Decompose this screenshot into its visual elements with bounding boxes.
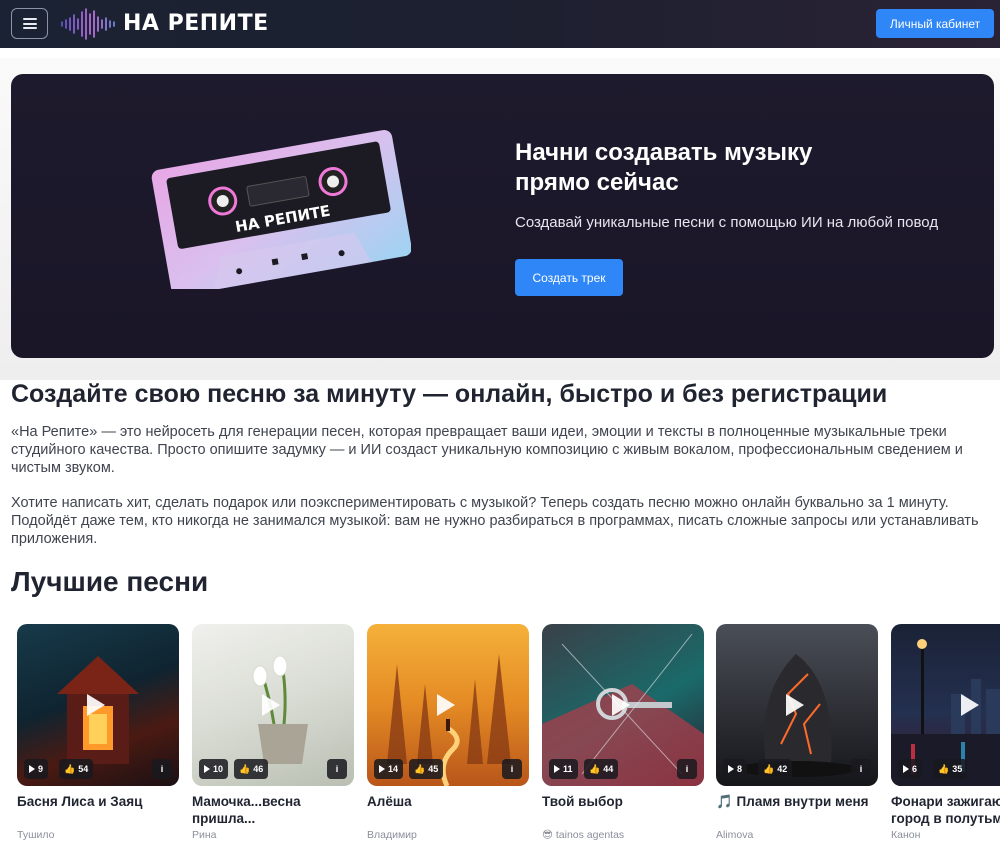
song-title[interactable]: Мамочка...весна пришла... <box>192 793 354 827</box>
song-title[interactable]: 🎵 Пламя внутри меня <box>716 793 878 827</box>
menu-toggle-button[interactable] <box>11 8 48 39</box>
thumbs-up-icon: 👍 <box>763 763 775 774</box>
plays-value: 8 <box>737 764 743 774</box>
play-icon[interactable] <box>786 694 804 716</box>
likes-value: 42 <box>777 764 788 774</box>
song-author[interactable]: Тушило <box>17 829 179 841</box>
song-card[interactable]: 10 👍 46 i Мамочка...весна пришла... Рина <box>192 624 354 841</box>
cassette-illustration: НА РЕПИТЕ <box>151 129 411 289</box>
song-title[interactable]: Твой выбор <box>542 793 704 827</box>
likes-counter[interactable]: 👍 42 <box>758 759 793 779</box>
info-button[interactable]: i <box>502 759 522 779</box>
plays-counter: 8 <box>723 759 748 779</box>
likes-value: 44 <box>603 764 614 774</box>
info-button[interactable]: i <box>327 759 347 779</box>
info-button[interactable]: i <box>677 759 697 779</box>
thumbs-up-icon: 👍 <box>64 763 76 774</box>
song-cover[interactable]: 10 👍 46 i <box>192 624 354 786</box>
thumbs-up-icon: 👍 <box>414 763 426 774</box>
best-songs-heading: Лучшие песни <box>11 566 209 597</box>
song-card[interactable]: 11 👍 44 i Твой выбор 😎 tainos agentas <box>542 624 704 841</box>
logo-text[interactable]: НА РЕПИТЕ <box>123 11 269 36</box>
intro-paragraph-1: «На Репите» — это нейросеть для генераци… <box>11 424 963 476</box>
song-author[interactable]: Канон <box>891 829 1000 841</box>
hamburger-icon <box>22 18 37 29</box>
song-card[interactable]: 8 👍 42 i 🎵 Пламя внутри меня Alimova <box>716 624 878 841</box>
info-button[interactable]: i <box>851 759 871 779</box>
likes-value: 35 <box>952 764 963 774</box>
song-card-list: 9 👍 54 i Басня Лиса и Заяц Тушило 10 👍 46 … <box>0 624 1000 850</box>
likes-value: 46 <box>253 764 264 774</box>
play-icon[interactable] <box>437 694 455 716</box>
song-card[interactable]: 6 👍35 i Фонари зажигаются, город в полут… <box>891 624 1000 841</box>
create-track-button[interactable]: Создать трек <box>515 259 623 296</box>
play-icon[interactable] <box>612 694 630 716</box>
song-title[interactable]: Басня Лиса и Заяц <box>17 793 179 827</box>
thumbs-up-icon: 👍 <box>589 763 601 774</box>
play-count-icon <box>204 765 210 773</box>
song-title[interactable]: Алёша <box>367 793 529 827</box>
likes-value: 45 <box>428 764 439 774</box>
plays-value: 6 <box>912 764 918 774</box>
song-cover[interactable]: 14 👍 45 i <box>367 624 529 786</box>
play-count-icon <box>379 765 385 773</box>
hero-title: Начни создавать музыку прямо сейчас <box>515 138 915 198</box>
likes-counter[interactable]: 👍 45 <box>409 759 444 779</box>
song-card[interactable]: 14 👍 45 i Алёша Владимир <box>367 624 529 841</box>
plays-counter: 11 <box>549 759 578 779</box>
thumbs-up-icon: 👍 <box>938 763 950 774</box>
likes-value: 54 <box>78 764 89 774</box>
likes-counter[interactable]: 👍 35 <box>933 759 968 779</box>
likes-counter[interactable]: 👍 44 <box>584 759 619 779</box>
hero-subtitle: Создавай уникальные песни с помощью ИИ н… <box>515 214 939 231</box>
song-cover[interactable]: 11 👍 44 i <box>542 624 704 786</box>
play-icon[interactable] <box>961 694 979 716</box>
song-author[interactable]: Alimova <box>716 829 878 841</box>
hero-title-line-1: Начни создавать музыку <box>515 139 813 166</box>
top-navbar: НА РЕПИТЕ Личный кабинет <box>0 0 1000 48</box>
song-card[interactable]: 9 👍 54 i Басня Лиса и Заяц Тушило <box>17 624 179 841</box>
song-cover[interactable]: 9 👍 54 i <box>17 624 179 786</box>
hero-banner: НА РЕПИТЕ Начни создавать музыку прямо с… <box>11 74 994 358</box>
song-title[interactable]: Фонари зажигаются, город в полутьме <box>891 793 1000 827</box>
intro-paragraph-2: Хотите написать хит, сделать подарок или… <box>11 495 979 547</box>
sound-wave-logo-icon <box>61 8 115 40</box>
song-author[interactable]: Владимир <box>367 829 529 841</box>
play-count-icon <box>728 765 734 773</box>
plays-counter: 14 <box>374 759 404 779</box>
play-count-icon <box>554 765 560 773</box>
song-cover[interactable]: 8 👍 42 i <box>716 624 878 786</box>
plays-value: 10 <box>213 764 224 774</box>
song-author[interactable]: Рина <box>192 829 354 841</box>
play-count-icon <box>29 765 35 773</box>
song-author[interactable]: 😎 tainos agentas <box>542 829 704 841</box>
intro-heading: Создайте свою песню за минуту — онлайн, … <box>11 380 888 408</box>
plays-value: 14 <box>388 764 399 774</box>
plays-value: 11 <box>563 764 573 774</box>
play-icon[interactable] <box>87 694 105 716</box>
hero-title-line-2: прямо сейчас <box>515 169 679 196</box>
play-icon[interactable] <box>262 694 280 716</box>
personal-account-button[interactable]: Личный кабинет <box>876 9 994 38</box>
plays-value: 9 <box>38 764 44 774</box>
thumbs-up-icon: 👍 <box>239 763 251 774</box>
song-cover[interactable]: 6 👍35 i <box>891 624 1000 786</box>
likes-counter[interactable]: 👍 54 <box>59 759 94 779</box>
play-count-icon <box>903 765 909 773</box>
plays-counter: 9 <box>24 759 49 779</box>
plays-counter: 10 <box>199 759 229 779</box>
likes-counter[interactable]: 👍 46 <box>234 759 269 779</box>
info-button[interactable]: i <box>152 759 172 779</box>
plays-counter: 6 <box>898 759 923 779</box>
